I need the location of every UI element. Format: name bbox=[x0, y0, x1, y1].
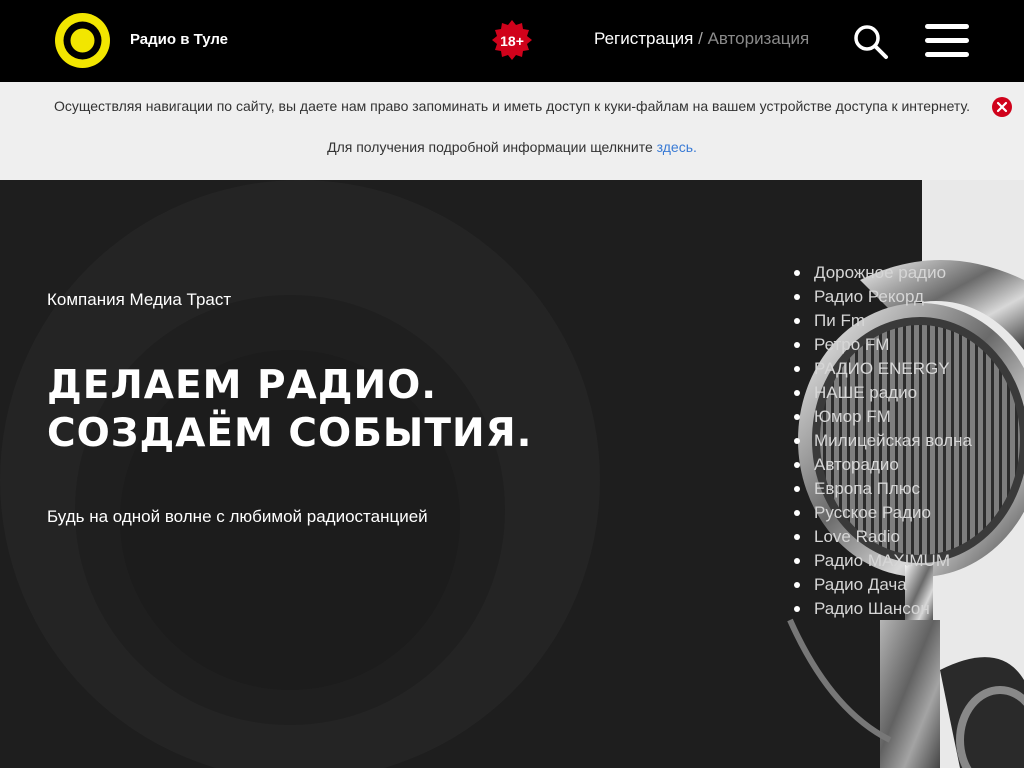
auth-separator: / bbox=[693, 29, 708, 48]
age-rating-badge: 18+ bbox=[491, 19, 533, 61]
age-rating-text: 18+ bbox=[500, 33, 524, 49]
station-item[interactable]: Дорожное радио bbox=[794, 261, 972, 285]
station-item[interactable]: Love Radio bbox=[794, 525, 972, 549]
headline-line-1: ДЕЛАЕМ РАДИО. bbox=[47, 363, 438, 408]
station-item[interactable]: Ретро FM bbox=[794, 333, 972, 357]
station-item[interactable]: Радио Рекорд bbox=[794, 285, 972, 309]
logo-icon[interactable] bbox=[55, 13, 110, 68]
close-icon[interactable] bbox=[992, 97, 1012, 117]
station-item[interactable]: НАШЕ радио bbox=[794, 381, 972, 405]
station-item[interactable]: Радио Дача bbox=[794, 573, 972, 597]
cookie-notice: Осуществляя навигации по сайту, вы даете… bbox=[0, 82, 1024, 180]
station-item[interactable]: Пи Fm bbox=[794, 309, 972, 333]
cookie-more-link[interactable]: здесь. bbox=[657, 139, 697, 155]
cookie-text: Осуществляя навигации по сайту, вы даете… bbox=[54, 98, 970, 114]
site-header: Радио в Туле 18+ Регистрация / Авторизац… bbox=[0, 0, 1024, 82]
station-item[interactable]: Русское Радио bbox=[794, 501, 972, 525]
auth-links: Регистрация / Авторизация bbox=[594, 29, 809, 49]
station-item[interactable]: Юмор FM bbox=[794, 405, 972, 429]
hero-section: Компания Медиа Траст ДЕЛАЕМ РАДИО. СОЗДА… bbox=[0, 180, 1024, 768]
station-item[interactable]: Радио MAXIMUM bbox=[794, 549, 972, 573]
station-list: Дорожное радио Радио Рекорд Пи Fm Ретро … bbox=[794, 261, 972, 621]
station-item[interactable]: Европа Плюс bbox=[794, 477, 972, 501]
station-item[interactable]: Радио Шансон bbox=[794, 597, 972, 621]
hero-tagline: Будь на одной волне с любимой радиостанц… bbox=[47, 507, 428, 526]
station-item[interactable]: Милицейская волна bbox=[794, 429, 972, 453]
cookie-more-prefix: Для получения подробной информации щелкн… bbox=[327, 139, 657, 155]
cookie-more-info: Для получения подробной информации щелкн… bbox=[0, 139, 1024, 155]
station-item[interactable]: Авторадио bbox=[794, 453, 972, 477]
login-link[interactable]: Авторизация bbox=[708, 29, 810, 48]
headline-line-2: СОЗДАЁМ СОБЫТИЯ. bbox=[47, 411, 533, 456]
hero-headline: ДЕЛАЕМ РАДИО. СОЗДАЁМ СОБЫТИЯ. bbox=[47, 362, 532, 458]
site-title[interactable]: Радио в Туле bbox=[130, 31, 228, 48]
register-link[interactable]: Регистрация bbox=[594, 29, 693, 48]
search-icon[interactable] bbox=[853, 24, 889, 60]
station-item[interactable]: РАДИО ENERGY bbox=[794, 357, 972, 381]
menu-icon[interactable] bbox=[925, 24, 969, 58]
company-name: Компания Медиа Траст bbox=[47, 290, 232, 309]
